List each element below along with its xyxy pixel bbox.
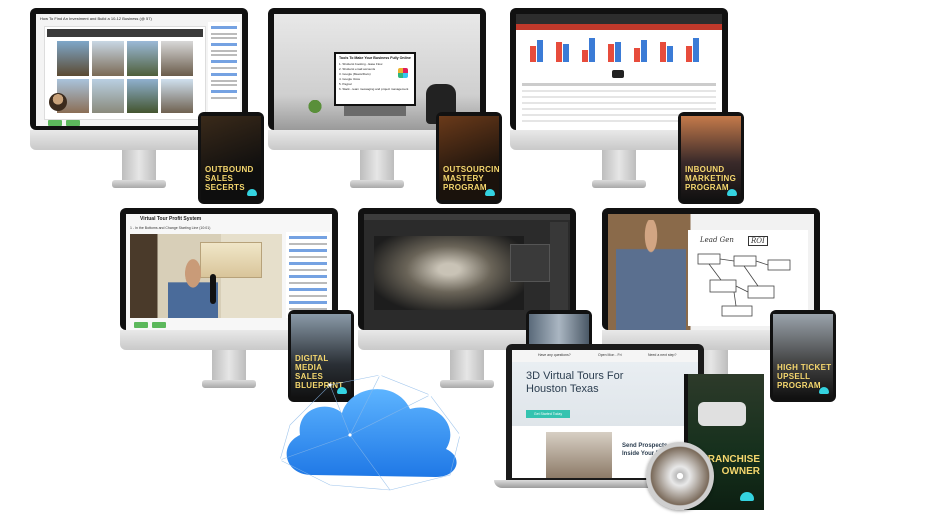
house-grid	[57, 41, 193, 113]
tv-stand	[344, 106, 406, 116]
tablet-title: INBOUND MARKETING PROGRAM	[685, 165, 737, 192]
top-bar-item: Need a next step?	[648, 353, 677, 357]
next-button[interactable]	[66, 120, 80, 126]
lesson-subtitle: 1 - In the Bottoms and Change Starting L…	[130, 226, 211, 230]
cloud-logo-icon	[278, 373, 462, 491]
tv-sign: Tools To Make Your Business Fully Online…	[334, 52, 416, 106]
course-title: Virtual Tour Profit System	[140, 216, 202, 222]
tablet-inbound: INBOUND MARKETING PROGRAM	[678, 112, 744, 204]
tablet-title: OUTBOUND SALES SECERTS	[205, 165, 254, 192]
screen-top-left: How To Find An Investment and Build a 10…	[36, 14, 242, 126]
sign-title: Tools To Make Your Business Fully Online	[339, 56, 411, 60]
top-bar-item: Have any questions?	[538, 353, 571, 357]
analytics-bar-chart	[530, 38, 699, 62]
screen-title: How To Find An Investment and Build a 10…	[40, 16, 152, 21]
cta-button[interactable]: Get Started Today	[526, 410, 570, 418]
presenter-avatar	[49, 93, 67, 111]
dvd-disc	[646, 442, 714, 510]
panorama-image	[374, 236, 524, 310]
cloud-logo-icon	[740, 492, 754, 501]
hero-headline: 3D Virtual Tours For Houston Texas	[526, 370, 624, 395]
tablet-outsourcing: OUTSOURCING MASTERY PROGRAM	[436, 112, 502, 204]
lesson-sidebar[interactable]	[286, 232, 330, 330]
complete-button[interactable]	[134, 322, 148, 328]
hero: 3D Virtual Tours For Houston Texas Get S…	[512, 362, 698, 426]
cloud-logo-icon	[247, 189, 257, 196]
sign-item: 6. Slack - team messaging and project ma…	[339, 87, 409, 91]
vr-headset-icon	[698, 402, 746, 426]
slack-icon	[398, 68, 408, 78]
next-button[interactable]	[152, 322, 166, 328]
complete-button[interactable]	[48, 120, 62, 126]
play-icon[interactable]	[612, 70, 624, 78]
lesson-sidebar[interactable]	[208, 22, 240, 122]
tablet-title: OUTSOURCING MASTERY PROGRAM	[443, 165, 499, 192]
top-bar: Have any questions? Open Mon - Fri Need …	[512, 350, 698, 362]
top-bar-item: Open Mon - Fri	[598, 353, 622, 357]
histogram-panel	[510, 244, 550, 282]
cloud-logo-icon	[819, 387, 829, 394]
tablet-title: HIGH TICKET UPSELL PROGRAM	[777, 363, 832, 390]
cloud-logo-icon	[485, 189, 495, 196]
plant	[308, 100, 322, 116]
tablet-outbound: OUTBOUND SALES SECERTS	[198, 112, 264, 204]
presenter	[616, 220, 686, 330]
video-panel	[44, 26, 206, 120]
tablet-high-ticket: HIGH TICKET UPSELL PROGRAM	[770, 310, 836, 402]
cloud-logo-icon	[727, 189, 737, 196]
video-frame	[130, 234, 282, 318]
vr-photo	[546, 432, 612, 478]
microphone-icon	[210, 274, 216, 304]
